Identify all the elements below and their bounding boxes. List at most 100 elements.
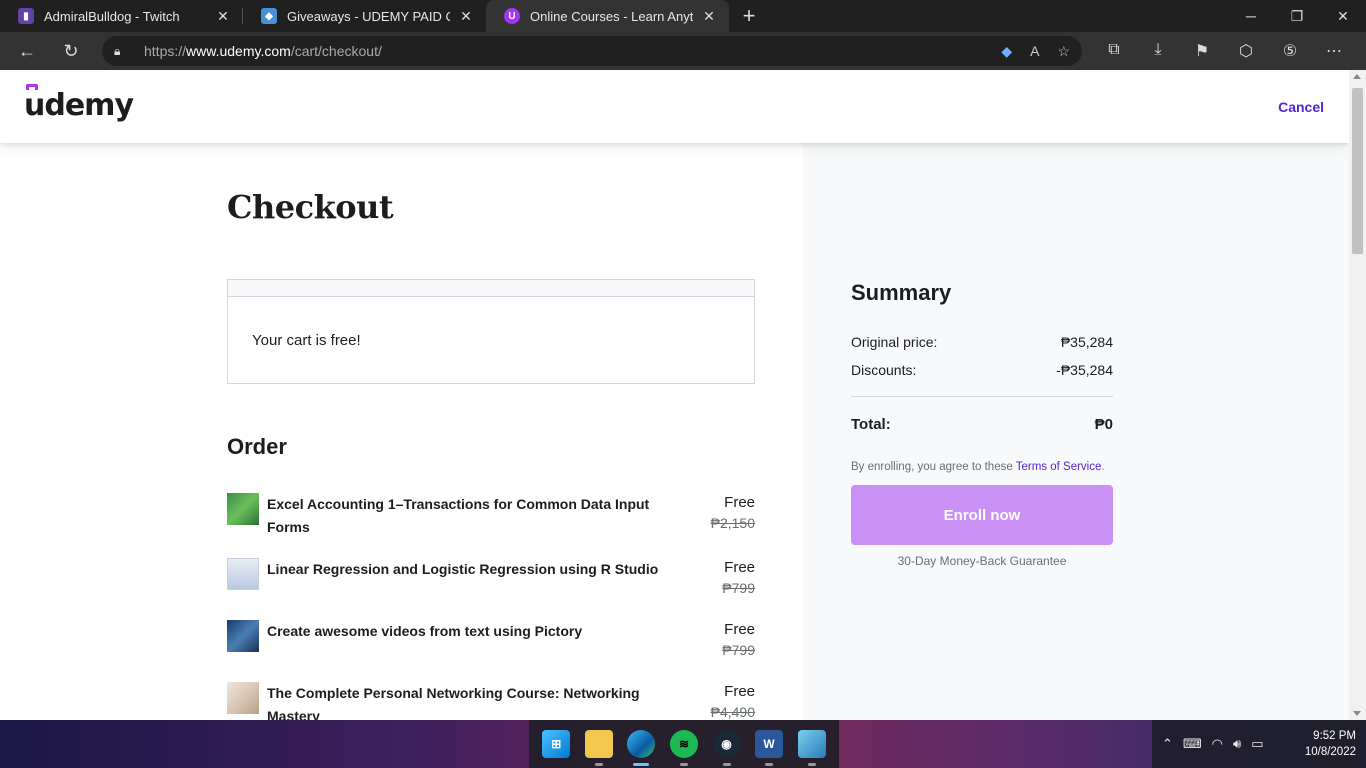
- cancel-link[interactable]: Cancel: [1278, 99, 1324, 115]
- terms-end: .: [1101, 461, 1105, 473]
- collections-icon[interactable]: ⚑: [1190, 41, 1214, 61]
- clock-time: 9:52 PM: [1313, 730, 1356, 742]
- more-menu-icon[interactable]: ⋯: [1322, 41, 1346, 61]
- course-price: Free ₱4,490: [711, 682, 755, 720]
- close-window-icon[interactable]: ✕: [1320, 0, 1366, 32]
- udemy-logo[interactable]: udemy: [24, 88, 134, 123]
- url-host: www.udemy.com: [186, 43, 291, 59]
- file-explorer-icon[interactable]: [584, 730, 613, 766]
- wifi-icon[interactable]: ◠: [1212, 736, 1223, 752]
- volume-icon[interactable]: 🔊︎: [1233, 736, 1241, 752]
- close-icon[interactable]: ✕: [458, 8, 474, 24]
- address-bar-icons: ◆ A ☆: [1001, 43, 1070, 60]
- current-price: Free: [724, 559, 755, 576]
- clock[interactable]: 9:52 PM 10/8/2022: [1305, 728, 1356, 760]
- terms-of-service-link[interactable]: Terms of Service: [1016, 461, 1102, 473]
- spotify-icon[interactable]: ≋: [669, 730, 698, 766]
- free-cart-message: Your cart is free!: [252, 332, 361, 349]
- edge-browser-icon[interactable]: [627, 730, 656, 766]
- original-price: ₱2,150: [710, 515, 755, 531]
- running-indicator: [679, 763, 688, 766]
- current-price: Free: [724, 621, 755, 638]
- taskbar-apps: ⊞ ≋ ◉ W: [529, 720, 839, 768]
- terms-notice: By enrolling, you agree to these Terms o…: [851, 461, 1105, 473]
- course-thumbnail: [227, 620, 259, 652]
- tab-title: Online Courses - Learn Anything: [530, 8, 693, 24]
- free-cart-box-header: [228, 280, 754, 297]
- shield-icon[interactable]: ⬡: [1234, 41, 1258, 61]
- total-value: ₱0: [1094, 416, 1113, 433]
- tab-twitch[interactable]: ▮ AdmiralBulldog - Twitch ✕: [0, 0, 243, 32]
- taskbar: ⊞ ≋ ◉ W ⌃ ⌨ ◠ 🔊︎ ▭ 9:52 PM 10/8/2022: [0, 720, 1366, 768]
- page-scrollbar[interactable]: [1349, 70, 1366, 720]
- summary-heading: Summary: [851, 280, 952, 305]
- favorite-star-icon[interactable]: ☆: [1057, 43, 1070, 60]
- terms-text: By enrolling, you agree to these: [851, 461, 1016, 473]
- close-icon[interactable]: ✕: [215, 8, 231, 24]
- course-title[interactable]: Linear Regression and Logistic Regressio…: [267, 558, 667, 581]
- url-scheme: https://: [144, 43, 187, 59]
- coupon-tag-icon[interactable]: ◆: [1001, 43, 1012, 60]
- discount-row: Discounts: -₱35,284: [851, 362, 1113, 378]
- giveaway-box-icon: ◆: [261, 8, 277, 24]
- course-price: Free ₱2,150: [711, 493, 755, 533]
- course-title[interactable]: Create awesome videos from text using Pi…: [267, 620, 667, 643]
- discount-value: -₱35,284: [1056, 362, 1113, 378]
- original-price-value: ₱35,284: [1060, 334, 1113, 350]
- original-price: ₱4,490: [710, 704, 755, 720]
- total-label: Total:: [851, 416, 891, 433]
- course-thumbnail: [227, 493, 259, 525]
- keyboard-icon[interactable]: ⌨: [1183, 736, 1202, 752]
- discount-label: Discounts:: [851, 362, 917, 378]
- address-bar[interactable]: 🔒︎ https://www.udemy.com/cart/checkout/ …: [102, 36, 1082, 66]
- current-price: Free: [724, 683, 755, 700]
- scroll-up-icon[interactable]: [1353, 74, 1361, 79]
- scroll-down-icon[interactable]: [1353, 711, 1361, 716]
- close-icon[interactable]: ✕: [701, 8, 717, 24]
- new-tab-icon[interactable]: +: [735, 2, 763, 30]
- chevron-up-icon[interactable]: ⌃: [1162, 736, 1173, 752]
- original-price-label: Original price:: [851, 334, 938, 350]
- tab-giveaways[interactable]: ◆ Giveaways - UDEMY PAID COURS ✕: [243, 0, 486, 32]
- original-price: ₱799: [722, 642, 755, 658]
- remote-desktop-icon[interactable]: [797, 730, 826, 766]
- free-cart-box: Your cart is free!: [227, 279, 755, 384]
- page-title: Checkout: [227, 188, 394, 226]
- scroll-thumb[interactable]: [1352, 88, 1363, 254]
- tab-strip: ▮ AdmiralBulldog - Twitch ✕ ◆ Giveaways …: [0, 0, 1366, 32]
- extensions-icon[interactable]: ⧉: [1102, 41, 1126, 61]
- minimize-icon[interactable]: ─: [1228, 0, 1274, 32]
- windows-start-icon[interactable]: ⊞: [542, 730, 571, 758]
- running-indicator: [722, 763, 731, 766]
- read-aloud-icon[interactable]: A: [1030, 43, 1039, 60]
- enroll-now-button[interactable]: Enroll now: [851, 485, 1113, 545]
- steam-icon[interactable]: ◉: [712, 730, 741, 766]
- running-indicator: [807, 763, 816, 766]
- toolbar-icons: ⧉ ⤓ ⚑ ⬡ ⑤ ⋯: [1102, 41, 1346, 61]
- html5-extension-icon[interactable]: ⑤: [1278, 41, 1302, 61]
- lock-icon: 🔒︎: [114, 44, 121, 58]
- clock-date: 10/8/2022: [1304, 746, 1356, 758]
- back-icon[interactable]: ←: [10, 36, 44, 66]
- course-thumbnail: [227, 558, 259, 590]
- total-row: Total: ₱0: [851, 416, 1113, 433]
- original-price-row: Original price: ₱35,284: [851, 334, 1113, 350]
- battery-icon[interactable]: ▭: [1251, 736, 1263, 752]
- running-indicator: [594, 763, 603, 766]
- site-header: udemy Cancel: [0, 70, 1349, 143]
- tab-title: Giveaways - UDEMY PAID COURS: [287, 8, 450, 24]
- course-title[interactable]: Excel Accounting 1–Transactions for Comm…: [267, 493, 667, 539]
- course-title[interactable]: The Complete Personal Networking Course:…: [267, 682, 667, 720]
- word-icon[interactable]: W: [755, 730, 784, 766]
- course-price: Free ₱799: [722, 620, 755, 660]
- web-page: udemy Cancel Checkout Your cart is free!…: [0, 70, 1349, 720]
- course-price: Free ₱799: [722, 558, 755, 598]
- refresh-icon[interactable]: ↻: [54, 36, 88, 66]
- restore-icon[interactable]: ❐: [1274, 0, 1320, 32]
- money-back-guarantee: 30-Day Money-Back Guarantee: [897, 554, 1067, 568]
- url-path: /cart/checkout/: [290, 43, 382, 59]
- tab-udemy[interactable]: U Online Courses - Learn Anything ✕: [486, 0, 729, 32]
- running-indicator: [765, 763, 774, 766]
- downloads-icon[interactable]: ⤓: [1146, 41, 1170, 61]
- original-price: ₱799: [722, 580, 755, 596]
